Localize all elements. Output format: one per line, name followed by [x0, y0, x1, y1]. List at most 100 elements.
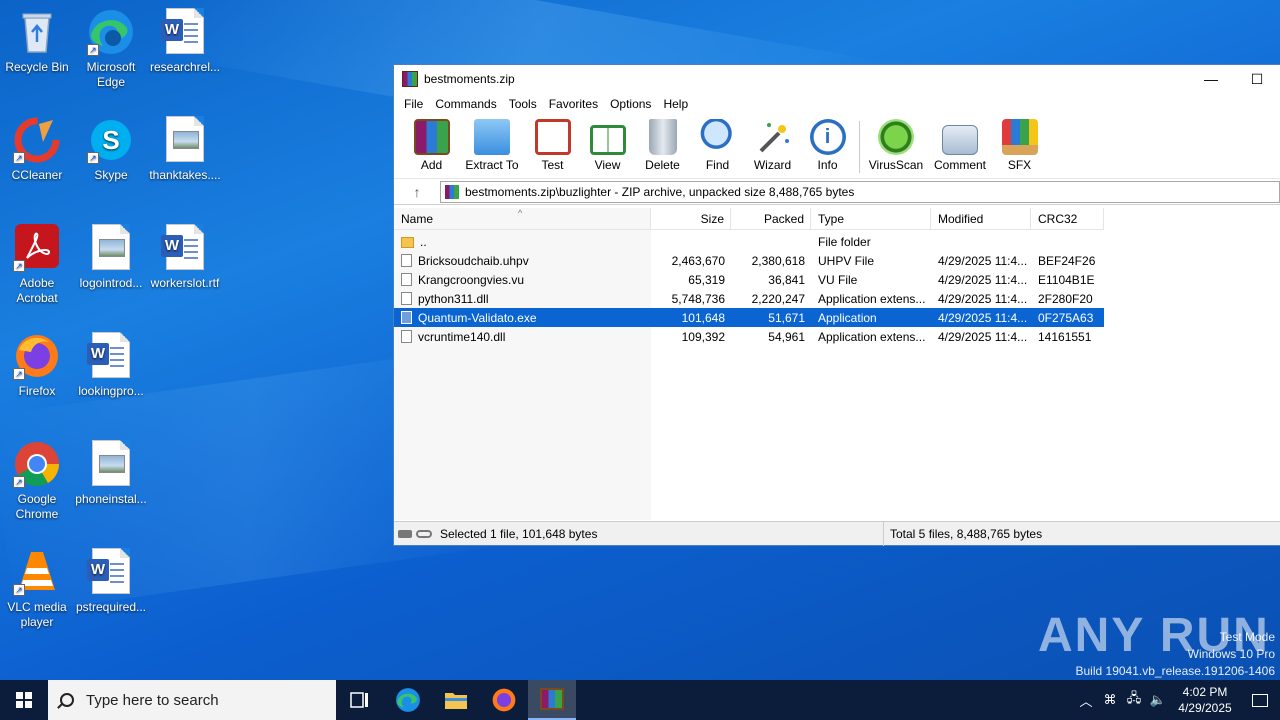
- wizard-button[interactable]: Wizard: [745, 115, 800, 172]
- sfx-button[interactable]: SFX: [992, 115, 1047, 172]
- volume-icon[interactable]: 🔈: [1146, 692, 1170, 708]
- start-button[interactable]: [0, 680, 48, 720]
- desktop-icon-label: Adobe Acrobat: [16, 276, 58, 305]
- desktop-icon-ccleaner[interactable]: ↗ CCleaner: [0, 116, 74, 183]
- file-row[interactable]: Krangcroongvies.vu 65,319 36,841 VU File 4/2…: [394, 270, 1104, 289]
- trash-icon: [648, 119, 677, 155]
- file-size-cell: 101,648: [681, 310, 725, 325]
- taskbar-search[interactable]: Type here to search: [48, 680, 336, 720]
- firefox-icon: [492, 688, 516, 712]
- menu-help[interactable]: Help: [657, 97, 694, 111]
- zip-archive-icon: [445, 184, 459, 199]
- svg-text:S: S: [102, 125, 119, 155]
- meet-now-icon[interactable]: ⌘: [1098, 692, 1122, 708]
- desktop-icon-google-chrome[interactable]: ↗ Google Chrome: [0, 440, 74, 522]
- task-view-button[interactable]: [336, 680, 384, 720]
- file-row[interactable]: Quantum-Validato.exe 101,648 51,671 Applica…: [394, 308, 1104, 327]
- column-packed[interactable]: Packed: [731, 208, 811, 230]
- taskbar-edge[interactable]: [384, 680, 432, 720]
- add-button[interactable]: Add: [404, 115, 459, 172]
- extract-to-label: Extract To: [465, 158, 519, 172]
- image-file-icon: [161, 116, 209, 164]
- file-row[interactable]: python311.dll 5,748,736 2,220,247 Applicati…: [394, 289, 1104, 308]
- minimize-button[interactable]: —: [1188, 65, 1234, 93]
- status-selected: Selected 1 file, 101,648 bytes: [440, 526, 598, 541]
- file-modified-cell: 4/29/2025 11:4...: [938, 310, 1028, 325]
- status-total: Total 5 files, 8,488,765 bytes: [890, 526, 1043, 541]
- title-bar[interactable]: bestmoments.zip — ☐: [394, 65, 1280, 93]
- view-button[interactable]: View: [580, 115, 635, 172]
- file-icon: [401, 253, 412, 267]
- desktop-icon-logointrod[interactable]: logointrod...: [74, 224, 148, 291]
- up-arrow-icon[interactable]: ↑: [394, 184, 440, 200]
- menu-tools[interactable]: Tools: [503, 97, 543, 111]
- file-row[interactable]: Bricksoudchaib.uhpv 2,463,670 2,380,618 UHP…: [394, 251, 1104, 270]
- task-view-icon: [350, 692, 368, 708]
- menu-bar: File Commands Tools Favorites Options He…: [394, 93, 1280, 115]
- desktop-icon-label: pstrequired...: [75, 600, 147, 614]
- menu-file[interactable]: File: [398, 97, 429, 111]
- clock-time: 4:02 PM: [1182, 685, 1228, 699]
- magnifier-icon: [699, 119, 736, 155]
- chevron-up-icon[interactable]: ︿: [1074, 691, 1098, 710]
- file-name-cell: Bricksoudchaib.uhpv: [394, 253, 651, 268]
- column-crc32[interactable]: CRC32: [1031, 208, 1104, 230]
- column-type[interactable]: Type: [811, 208, 931, 230]
- clock[interactable]: 4:02 PM 4/29/2025: [1170, 684, 1240, 716]
- extract-folder-icon: [474, 119, 510, 155]
- info-button[interactable]: i Info: [800, 115, 855, 172]
- test-button[interactable]: Test: [525, 115, 580, 172]
- comment-button[interactable]: Comment: [928, 115, 992, 172]
- file-row[interactable]: vcruntime140.dll 109,392 54,961 Application…: [394, 327, 1104, 346]
- info-label: Info: [817, 158, 838, 172]
- menu-commands[interactable]: Commands: [429, 97, 502, 111]
- maximize-button[interactable]: ☐: [1234, 65, 1280, 93]
- delete-button[interactable]: Delete: [635, 115, 690, 172]
- desktop-icon-label: CCleaner: [11, 168, 63, 182]
- desktop-icon-label: phoneinstal...: [75, 492, 147, 506]
- desktop-icon-firefox[interactable]: ↗ Firefox: [0, 332, 74, 399]
- file-modified-cell: 4/29/2025 11:4...: [938, 272, 1028, 287]
- column-size[interactable]: Size: [651, 208, 731, 230]
- desktop-icon-workerslot[interactable]: W workerslot.rtf: [148, 224, 222, 291]
- desktop-icon-skype[interactable]: S ↗ Skype: [74, 116, 148, 183]
- taskbar-winrar[interactable]: [528, 680, 576, 720]
- address-path[interactable]: bestmoments.zip\buzlighter - ZIP archive…: [440, 180, 1280, 203]
- column-header: Name ^ Size Packed Type Modified CRC32: [394, 208, 1104, 230]
- firefox-icon: ↗: [13, 332, 61, 380]
- system-tray: ︿ ⌘ 🖧 🔈 4:02 PM 4/29/2025: [1074, 680, 1280, 720]
- desktop-icon-adobe-acrobat[interactable]: ↗ Adobe Acrobat: [0, 224, 74, 306]
- desktop-icon-thanktakes[interactable]: thanktakes....: [148, 116, 222, 183]
- desktop-icon-lookingpro[interactable]: W lookingpro...: [74, 332, 148, 399]
- file-row[interactable]: .. File folder: [394, 232, 1104, 251]
- column-name[interactable]: Name ^: [394, 208, 651, 230]
- view-label: View: [594, 158, 621, 172]
- notification-icon[interactable]: [1240, 693, 1280, 707]
- column-modified[interactable]: Modified: [931, 208, 1031, 230]
- file-packed-cell: 36,841: [768, 272, 805, 287]
- test-clipboard-icon: [534, 119, 571, 155]
- desktop-icon-researchrel[interactable]: W researchrel...: [148, 8, 222, 75]
- desktop-icon-phoneinstal[interactable]: phoneinstal...: [74, 440, 148, 507]
- image-file-icon: [87, 440, 135, 488]
- extract-to-button[interactable]: Extract To: [459, 115, 525, 172]
- virusscan-button[interactable]: VirusScan: [864, 115, 928, 172]
- file-crc-cell: 0F275A63: [1038, 310, 1094, 325]
- desktop-icon-microsoft-edge[interactable]: ↗ Microsoft Edge: [74, 8, 148, 90]
- menu-favorites[interactable]: Favorites: [543, 97, 604, 111]
- menu-options[interactable]: Options: [604, 97, 657, 111]
- toolbar-separator: [859, 121, 860, 173]
- find-button[interactable]: Find: [690, 115, 745, 172]
- desktop-icon-recycle-bin[interactable]: Recycle Bin: [0, 8, 74, 75]
- desktop-icon-pstrequired[interactable]: W pstrequired...: [74, 548, 148, 615]
- network-icon[interactable]: 🖧: [1122, 689, 1146, 711]
- taskbar-firefox[interactable]: [480, 680, 528, 720]
- wizard-label: Wizard: [753, 158, 792, 172]
- winrar-window: bestmoments.zip — ☐ File Commands Tools …: [393, 64, 1280, 546]
- desktop-icon-vlc[interactable]: ↗ VLC media player: [0, 548, 74, 630]
- file-crc-cell: 14161551: [1038, 329, 1092, 344]
- taskbar-file-explorer[interactable]: [432, 680, 480, 720]
- file-crc-cell: 2F280F20: [1038, 291, 1093, 306]
- file-type-cell: UHPV File: [818, 253, 875, 268]
- info-icon: i: [809, 119, 846, 155]
